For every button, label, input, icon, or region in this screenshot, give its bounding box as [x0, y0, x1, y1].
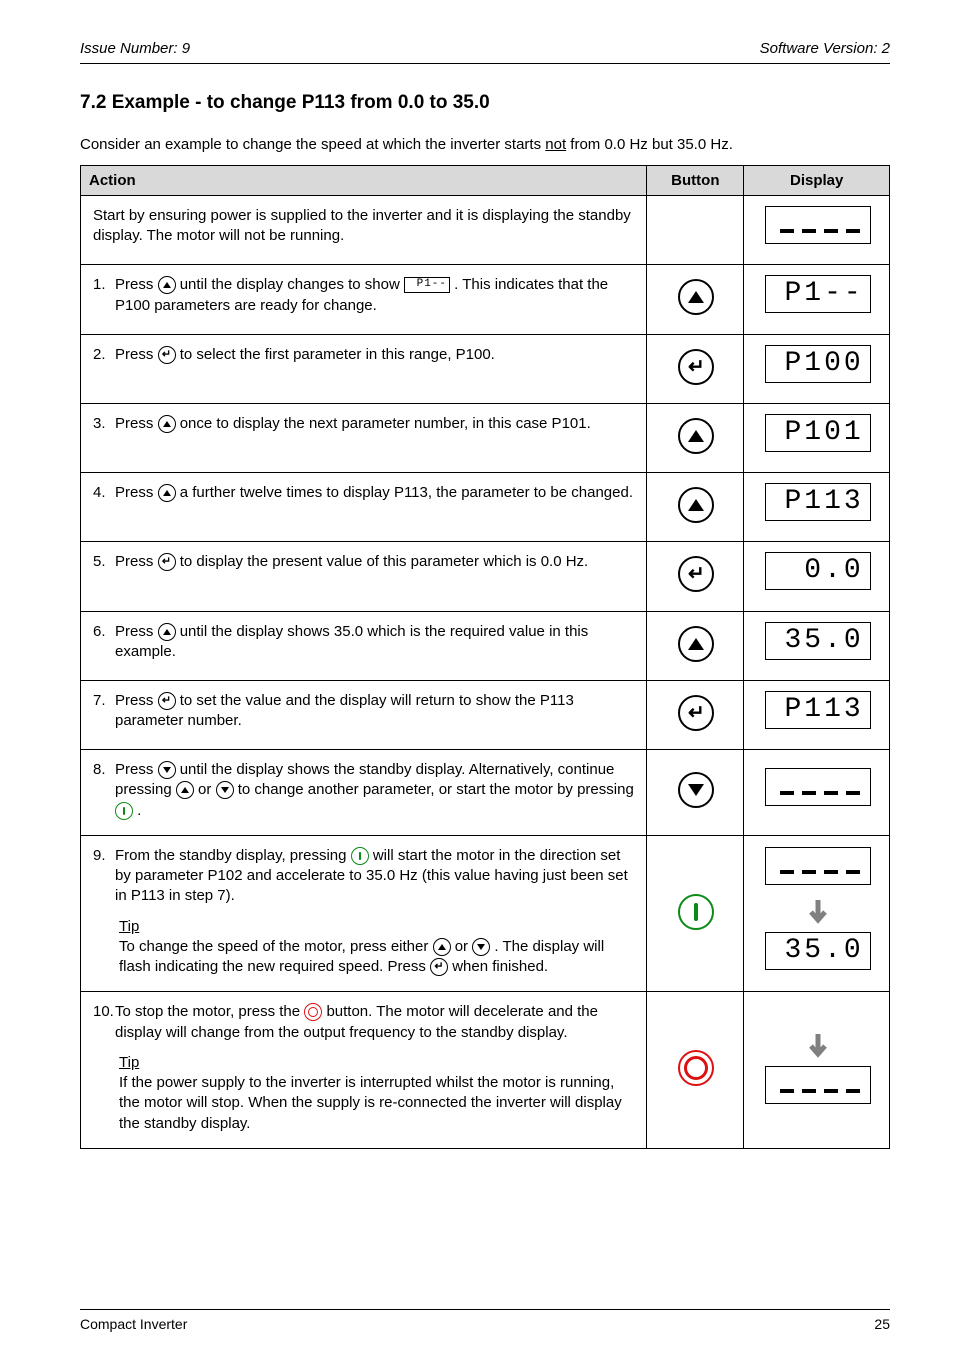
down-icon: [472, 938, 490, 956]
footer-right: 25: [874, 1316, 890, 1332]
lcd-readout: [765, 768, 871, 806]
up-icon: [176, 781, 194, 799]
table-row: 3. Press once to display the next parame…: [81, 403, 890, 472]
procedure-table: Action Button Display Start by ensuring …: [80, 165, 890, 1149]
table-row: 5. Press ↵ to display the present value …: [81, 542, 890, 611]
page-footer: Compact Inverter 25: [80, 1316, 890, 1332]
header-right: Software Version: 2: [760, 40, 890, 57]
action-cell: Start by ensuring power is supplied to t…: [81, 196, 647, 265]
action-cell: 2. Press ↵ to select the first parameter…: [81, 334, 647, 403]
table-row: 10. To stop the motor, press the button.…: [81, 992, 890, 1149]
enter-icon: ↵: [158, 692, 176, 710]
section-title: 7.2 Example - to change P113 from 0.0 to…: [80, 92, 890, 114]
col-display: Display: [744, 166, 890, 196]
enter-icon: ↵: [430, 958, 448, 976]
power-icon: [115, 802, 133, 820]
header-left: Issue Number: 9: [80, 40, 190, 57]
button-cell: [647, 265, 744, 334]
footer-rule: [80, 1309, 890, 1310]
lcd-readout: [765, 1066, 871, 1104]
table-header-row: Action Button Display: [81, 166, 890, 196]
lcd-readout: P100: [765, 345, 871, 383]
enter-icon[interactable]: ↵: [678, 695, 714, 731]
lcd-readout: P101: [765, 414, 871, 452]
lcd-readout: P113: [765, 483, 871, 521]
enter-icon[interactable]: ↵: [678, 556, 714, 592]
display-cell: [744, 196, 890, 265]
down-icon[interactable]: [678, 772, 714, 808]
footer-left: Compact Inverter: [80, 1316, 187, 1332]
lcd-readout: P113: [765, 691, 871, 729]
display-cell: P1--: [744, 265, 890, 334]
table-row: 6. Press until the display shows 35.0 wh…: [81, 611, 890, 680]
power-icon: [351, 847, 369, 865]
lcd-mini: P1--: [404, 277, 450, 293]
up-icon: [158, 623, 176, 641]
up-icon: [158, 276, 176, 294]
page-header: Issue Number: 9 Software Version: 2: [80, 40, 890, 57]
stop-icon: [304, 1003, 322, 1021]
up-icon: [158, 484, 176, 502]
enter-icon: ↵: [158, 553, 176, 571]
table-row: 7. Press ↵ to set the value and the disp…: [81, 680, 890, 749]
lcd-readout: [765, 206, 871, 244]
table-row: Start by ensuring power is supplied to t…: [81, 196, 890, 265]
intro-text: Consider an example to change the speed …: [80, 136, 890, 153]
power-icon[interactable]: [678, 894, 714, 930]
lcd-readout: 0.0: [765, 552, 871, 590]
table-row: 1. Press until the display changes to sh…: [81, 265, 890, 334]
stop-icon[interactable]: [678, 1050, 714, 1086]
up-icon[interactable]: [678, 487, 714, 523]
down-icon: [158, 761, 176, 779]
arrow-down-icon: [756, 898, 879, 926]
lcd-readout: P1--: [765, 275, 871, 313]
header-rule: [80, 63, 890, 64]
table-row: 2. Press ↵ to select the first parameter…: [81, 334, 890, 403]
enter-icon: ↵: [158, 346, 176, 364]
enter-icon[interactable]: ↵: [678, 349, 714, 385]
col-action: Action: [81, 166, 647, 196]
button-cell: [647, 196, 744, 265]
lcd-readout: [765, 847, 871, 885]
col-button: Button: [647, 166, 744, 196]
table-row: 4. Press a further twelve times to displ…: [81, 473, 890, 542]
up-icon[interactable]: [678, 418, 714, 454]
up-icon: [433, 938, 451, 956]
up-icon[interactable]: [678, 279, 714, 315]
lcd-readout: 35.0: [765, 622, 871, 660]
up-icon: [158, 415, 176, 433]
lcd-readout: 35.0: [765, 932, 871, 970]
table-row: 8. Press until the display shows the sta…: [81, 750, 890, 836]
up-icon[interactable]: [678, 626, 714, 662]
arrow-down-icon: [756, 1032, 879, 1060]
table-row: 9. From the standby display, pressing wi…: [81, 835, 890, 992]
action-cell: 1. Press until the display changes to sh…: [81, 265, 647, 334]
down-icon: [216, 781, 234, 799]
